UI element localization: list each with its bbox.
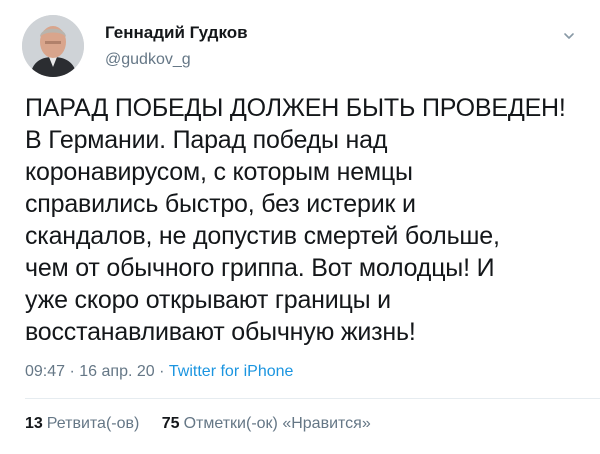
tweet-card: Геннадий Гудков @gudkov_g ПАРАД ПОБЕДЫ Д… <box>0 0 600 454</box>
likes-stat[interactable]: 75 Отметки(-ок) «Нравится» <box>162 414 371 434</box>
author-block: Геннадий Гудков @gudkov_g <box>105 23 248 70</box>
retweets-stat[interactable]: 13 Ретвита(-ов) <box>25 414 139 434</box>
tweet-stats: 13 Ретвита(-ов) 75 Отметки(-ок) «Нравится» <box>25 414 389 434</box>
tweet-source-link[interactable]: Twitter for iPhone <box>169 363 294 380</box>
meta-separator: · <box>69 363 75 380</box>
author-display-name[interactable]: Геннадий Гудков <box>105 23 248 43</box>
chevron-down-icon[interactable] <box>562 29 576 43</box>
tweet-header: Геннадий Гудков @gudkov_g <box>22 15 582 77</box>
avatar[interactable] <box>22 15 84 77</box>
retweets-label: Ретвита(-ов) <box>46 415 140 432</box>
divider <box>25 398 600 399</box>
likes-count: 75 <box>161 415 180 432</box>
avatar-image <box>22 15 84 77</box>
tweet-date[interactable]: 16 апр. 20 <box>79 363 154 380</box>
tweet-meta: 09:47 · 16 апр. 20 · Twitter for iPhone <box>25 362 293 382</box>
meta-separator: · <box>159 363 165 380</box>
author-handle[interactable]: @gudkov_g <box>105 50 248 70</box>
tweet-time[interactable]: 09:47 <box>25 363 65 380</box>
retweets-count: 13 <box>25 415 43 432</box>
tweet-text: ПАРАД ПОБЕДЫ ДОЛЖЕН БЫТЬ ПРОВЕДЕН! В Гер… <box>25 94 566 346</box>
likes-label: Отметки(-ок) «Нравится» <box>183 415 371 432</box>
